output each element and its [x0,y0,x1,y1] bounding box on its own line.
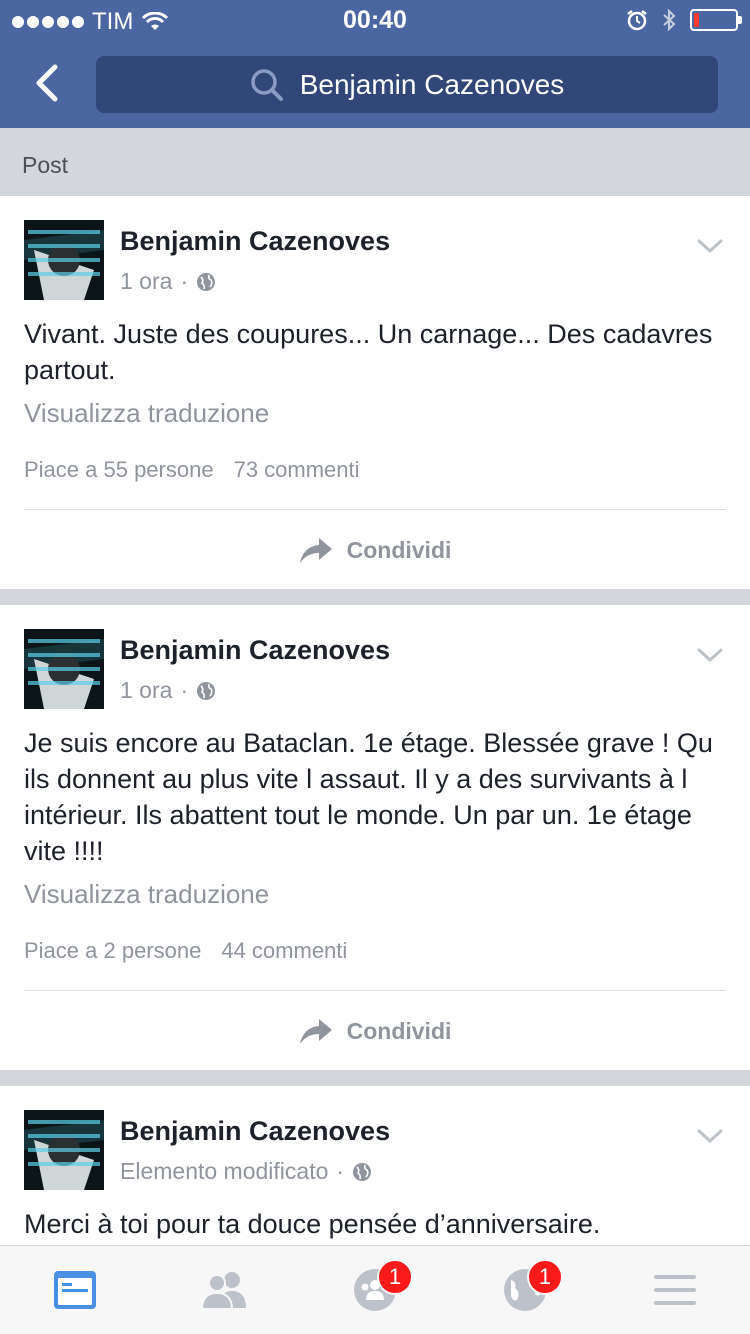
share-label: Condividi [346,1017,452,1044]
divider [24,509,726,510]
likes-count[interactable]: Piace a 2 persone [24,938,201,964]
meta-separator: · [180,268,189,294]
groups-badge: 1 [377,1259,413,1295]
search-text: Benjamin Cazenoves [299,68,565,100]
share-label: Condividi [346,536,452,563]
hamburger-menu-icon [654,1275,696,1305]
friends-icon [200,1272,246,1310]
back-button[interactable] [22,58,72,108]
post-meta: 1 ora · [120,677,216,704]
divider [24,990,726,991]
post-card: Benjamin Cazenoves 1 ora · Je suis encor… [0,605,750,1070]
chevron-down-icon[interactable] [696,645,724,665]
avatar[interactable] [24,629,104,709]
post-text: Je suis encore au Bataclan. 1e étage. Bl… [24,728,713,866]
post-card: Benjamin Cazenoves 1 ora · Vivant. Juste… [0,196,750,589]
section-header: Post [0,128,750,196]
globe-icon [197,272,216,291]
post-author[interactable]: Benjamin Cazenoves [120,635,390,666]
post-time[interactable]: 1 ora [120,268,172,295]
alarm-icon [627,10,647,31]
search-field[interactable]: Benjamin Cazenoves [96,56,718,113]
post-meta: Elemento modificato · [120,1158,372,1185]
post-card: Benjamin Cazenoves Elemento modificato ·… [0,1086,750,1245]
tab-news-feed[interactable] [35,1255,115,1325]
avatar[interactable] [24,220,104,300]
post-meta: 1 ora · [120,268,216,295]
see-translation-link[interactable]: Visualizza traduzione [24,879,269,910]
news-feed-icon [54,1271,96,1309]
comments-count[interactable]: 44 commenti [221,938,347,964]
chevron-left-icon [36,64,58,102]
tab-groups[interactable]: 1 [335,1255,415,1325]
meta-separator: · [180,677,189,703]
share-button[interactable]: Condividi [0,1011,750,1051]
tab-notifications[interactable]: 1 [485,1255,565,1325]
notifications-badge: 1 [527,1259,563,1295]
post-text: Merci à toi pour ta douce pensée d’anniv… [24,1209,601,1239]
search-icon [250,68,283,101]
post-author[interactable]: Benjamin Cazenoves [120,1116,390,1147]
section-title: Post [22,152,69,178]
chevron-down-icon[interactable] [696,1126,724,1146]
tab-bar: 1 1 [0,1245,750,1334]
globe-icon [197,681,216,700]
bluetooth-icon [663,8,676,32]
share-button[interactable]: Condividi [0,530,750,570]
share-arrow-icon [299,1019,332,1044]
comments-count[interactable]: 73 commenti [234,457,360,483]
see-translation-link[interactable]: Visualizza traduzione [24,398,269,429]
post-text: Vivant. Juste des coupures... Un carnage… [24,319,713,385]
avatar[interactable] [24,1110,104,1190]
share-arrow-icon [299,538,332,563]
chevron-down-icon[interactable] [696,236,724,256]
status-bar: TIM 00:40 [0,0,750,40]
post-author[interactable]: Benjamin Cazenoves [120,226,390,257]
navigation-bar: Benjamin Cazenoves [0,40,750,128]
post-time[interactable]: Elemento modificato [120,1158,328,1185]
post-stats: Piace a 55 persone 73 commenti [24,457,360,483]
battery-icon [690,9,742,31]
tab-menu[interactable] [635,1255,715,1325]
meta-separator: · [336,1158,345,1184]
globe-icon [353,1162,372,1181]
likes-count[interactable]: Piace a 55 persone [24,457,214,483]
post-stats: Piace a 2 persone 44 commenti [24,938,347,964]
tab-friend-requests[interactable] [185,1255,265,1325]
post-time[interactable]: 1 ora [120,677,172,704]
